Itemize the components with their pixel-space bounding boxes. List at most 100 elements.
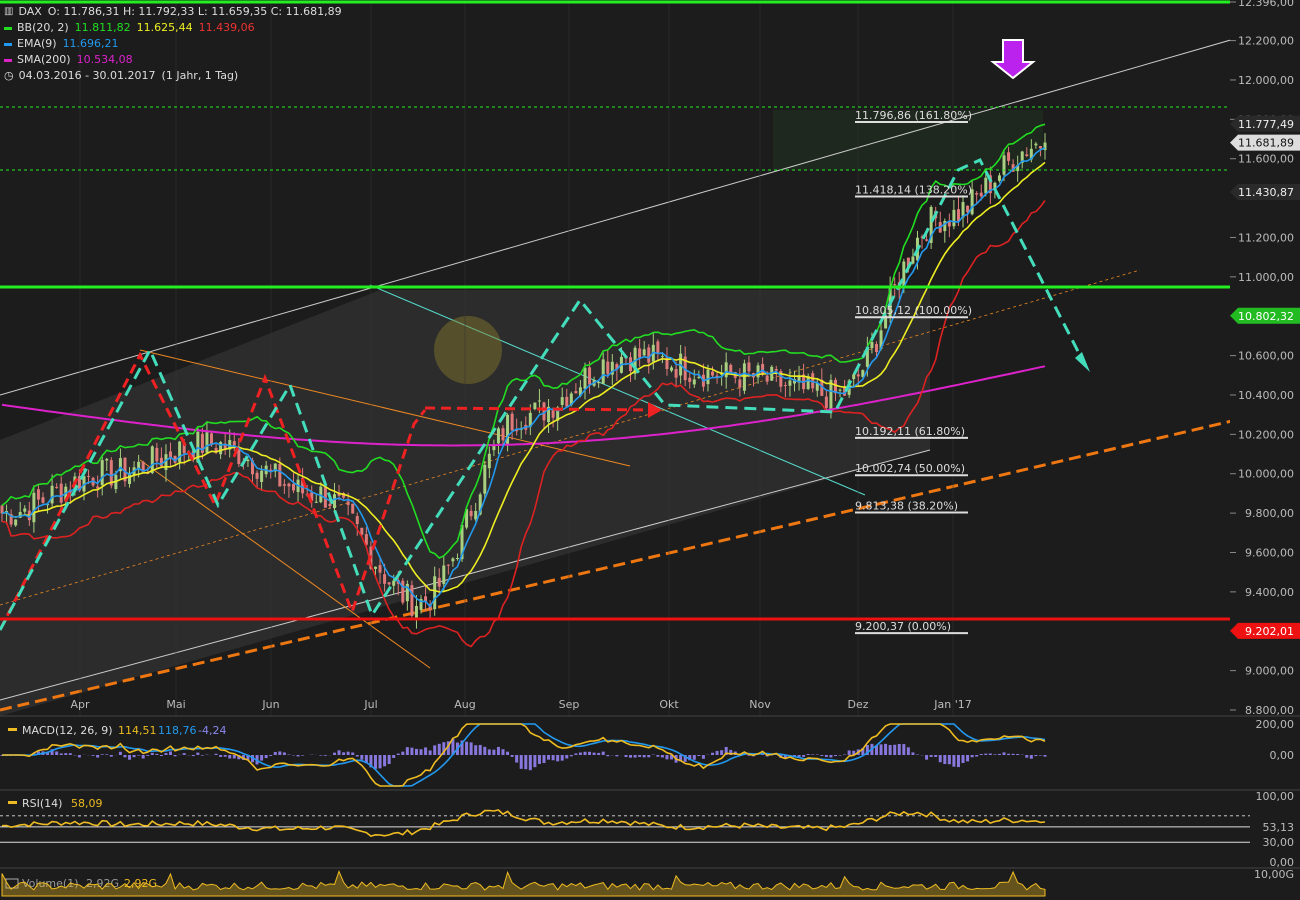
macd-histogram-bar <box>902 744 906 755</box>
y-tick-label: 10.000,00 <box>1238 468 1294 481</box>
macd-histogram-bar <box>524 755 528 770</box>
x-tick-label: Sep <box>559 698 580 711</box>
volume-tick-label: 10,00G <box>1254 868 1294 881</box>
macd-histogram-bar <box>1011 753 1015 755</box>
macd-histogram-bar <box>515 755 519 763</box>
macd-histogram-bar <box>615 755 619 757</box>
candle-body <box>451 558 455 562</box>
macd-histogram-bar <box>414 748 418 755</box>
macd-histogram-bar <box>820 755 824 756</box>
x-tick-label: Mai <box>166 698 185 711</box>
macd-histogram-bar <box>601 751 605 755</box>
macd-histogram-bar <box>806 754 810 755</box>
macd-histogram-bar <box>296 755 300 757</box>
candle-body <box>824 396 828 408</box>
macd-histogram-bar <box>437 743 441 755</box>
price-tag-label: 11.777,49 <box>1238 118 1294 131</box>
y-tick-label: 9.800,00 <box>1245 507 1294 520</box>
candle-body <box>414 605 418 618</box>
macd-histogram-bar <box>656 755 660 757</box>
candle-body <box>551 410 555 418</box>
macd-histogram-bar <box>282 752 286 755</box>
bb-upper-value: 11.811,82 <box>74 21 131 34</box>
macd-histogram-bar <box>1025 755 1029 758</box>
macd-histogram-bar <box>838 755 842 756</box>
candlestick-icon[interactable]: ▥ <box>4 4 13 20</box>
y-tick-label: 11.000,00 <box>1238 271 1294 284</box>
macd-histogram-bar <box>228 755 232 759</box>
rsi-value: 58,09 <box>71 797 103 810</box>
macd-tick-label: 0,00 <box>1270 749 1295 762</box>
price-tag-label: 9.202,01 <box>1245 625 1294 638</box>
y-tick-label: 9.400,00 <box>1245 586 1294 599</box>
macd-histogram-bar <box>219 755 223 757</box>
macd-histogram-bar <box>273 751 277 755</box>
macd-histogram-bar <box>159 755 163 757</box>
macd-histogram-bar <box>128 755 132 760</box>
macd-histogram-bar <box>574 753 578 755</box>
y-tick-label: 10.200,00 <box>1238 428 1294 441</box>
macd-histogram-bar <box>961 755 965 764</box>
candle-body <box>674 369 678 378</box>
ohlc-values: O: 11.786,31 H: 11.792,33 L: 11.659,35 C… <box>47 5 342 18</box>
candle-body <box>387 582 391 585</box>
macd-histogram-bar <box>383 755 387 767</box>
candle-body <box>205 432 209 453</box>
candle-body <box>455 558 459 560</box>
macd-histogram-bar <box>519 755 523 769</box>
candle-body <box>260 470 264 482</box>
bb-label: BB(20, 2) <box>17 21 69 34</box>
macd-histogram-bar <box>433 745 437 755</box>
candle-body <box>36 489 40 500</box>
macd-histogram-bar <box>925 755 929 760</box>
macd-histogram-bar <box>893 744 897 755</box>
candle-body <box>979 192 983 197</box>
macd-histogram-bar <box>1034 755 1038 757</box>
candle-body <box>59 483 63 503</box>
price-tag-label: 11.430,87 <box>1238 186 1294 199</box>
dax-chart[interactable]: 11.796,86 (161.80%) 11.418,14 (138.20%) 10… <box>0 0 1300 900</box>
macd-histogram-bar <box>606 755 610 757</box>
candle-body <box>711 371 715 376</box>
macd-histogram-bar <box>323 755 327 756</box>
macd-histogram-bar <box>465 741 469 755</box>
macd-histogram-bar <box>578 752 582 755</box>
macd-histogram-bar <box>829 755 833 758</box>
macd-histogram-bar <box>392 755 396 758</box>
macd-histogram-bar <box>269 755 273 756</box>
macd-histogram-bar <box>492 749 496 755</box>
macd-tick-label: 200,00 <box>1256 718 1295 731</box>
macd-histogram-bar <box>879 744 883 755</box>
bb-mid-value: 11.625,44 <box>136 21 193 34</box>
fib-label: 10.192,11 (61.80%) <box>855 425 965 438</box>
candle-body <box>574 391 578 394</box>
candle-body <box>291 484 295 491</box>
candle-body <box>501 428 505 441</box>
macd-histogram-bar <box>478 744 482 755</box>
macd-label: MACD(12, 26, 9) <box>22 724 113 737</box>
macd-histogram-bar <box>141 755 145 759</box>
macd-histogram-bar <box>164 753 168 755</box>
macd-histogram-bar <box>360 755 364 760</box>
candle-body <box>332 494 336 509</box>
candle-body <box>761 363 765 374</box>
macd-histogram-bar <box>487 749 491 755</box>
macd-histogram-bar <box>565 755 569 759</box>
y-tick-label: 8.800,00 <box>1245 704 1294 717</box>
macd-histogram-bar <box>660 755 664 758</box>
macd-histogram-bar <box>355 755 359 757</box>
macd-histogram-bar <box>597 752 601 755</box>
candle-body <box>346 501 350 505</box>
symbol-label: DAX <box>18 5 42 18</box>
macd-value: -4,24 <box>198 724 226 737</box>
macd-histogram-bar <box>214 753 218 755</box>
candle-body <box>997 175 1001 181</box>
macd-histogram-bar <box>993 754 997 755</box>
fib-label: 10.002,74 (50.00%) <box>855 462 965 475</box>
candle-body <box>23 508 27 512</box>
macd-histogram-bar <box>1043 755 1047 757</box>
macd-histogram-bar <box>100 754 104 755</box>
candle-body <box>269 469 273 471</box>
fib-label: 10.805,12 (100.00%) <box>855 304 972 317</box>
macd-histogram-bar <box>947 755 951 765</box>
